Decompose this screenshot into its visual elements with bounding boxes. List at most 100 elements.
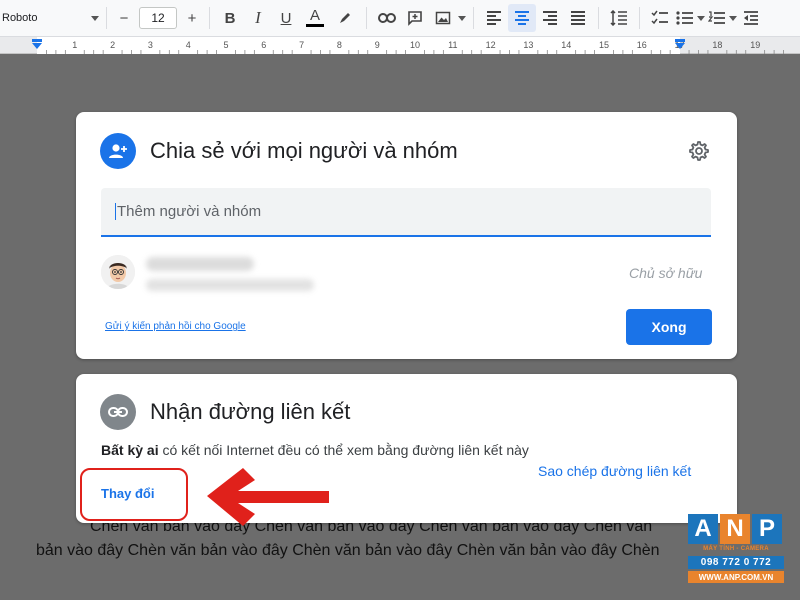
ruler-number: 15 [599, 40, 609, 50]
chevron-down-icon[interactable] [728, 0, 738, 37]
font-size-value: 12 [151, 11, 165, 25]
checklist-button[interactable] [646, 0, 674, 37]
link-icon [378, 13, 396, 23]
anp-letter: A [688, 514, 718, 544]
underline-button[interactable]: U [272, 0, 300, 37]
chevron-down-icon[interactable] [696, 0, 706, 37]
copy-link-button[interactable]: Sao chép đường liên kết [538, 463, 691, 479]
text-color-swatch [306, 24, 324, 27]
highlight-button[interactable] [330, 0, 360, 37]
toolbar-divider [473, 7, 474, 29]
comment-add-icon [408, 11, 422, 26]
ruler-number: 19 [750, 40, 760, 50]
gear-icon [689, 141, 709, 161]
bulleted-list-button[interactable] [674, 0, 696, 37]
link-access-scope: Bất kỳ ai [101, 442, 159, 458]
insert-image-button[interactable] [429, 0, 457, 37]
align-center-button[interactable] [508, 4, 536, 32]
add-person-icon [100, 133, 136, 169]
text-color-icon: A [309, 7, 320, 24]
numbered-list-button[interactable] [706, 0, 728, 37]
font-size-input[interactable]: 12 [139, 7, 177, 29]
anp-phone: 098 772 0 772 [688, 556, 784, 569]
italic-icon: I [255, 8, 261, 27]
align-left-icon [487, 11, 501, 25]
ruler-number: 16 [637, 40, 647, 50]
underline-icon: U [280, 9, 292, 27]
highlighter-icon [340, 13, 350, 23]
ruler-number: 3 [148, 40, 153, 50]
align-left-button[interactable] [480, 0, 508, 37]
ruler-number: 18 [712, 40, 722, 50]
decrease-indent-icon [744, 11, 758, 25]
ruler-number: 6 [261, 40, 266, 50]
toolbar-divider [598, 7, 599, 29]
ruler-number: 10 [410, 40, 420, 50]
font-family-select[interactable]: Roboto [0, 0, 90, 37]
bulleted-list-icon [676, 11, 693, 25]
bold-button[interactable]: B [216, 0, 244, 37]
toolbar-divider [639, 7, 640, 29]
done-button[interactable]: Xong [626, 309, 712, 345]
line-spacing-button[interactable] [605, 0, 633, 37]
image-icon [435, 11, 451, 25]
numbered-list-icon [708, 11, 725, 24]
increase-font-size-button[interactable]: + [181, 0, 203, 37]
minus-icon: − [119, 9, 129, 27]
ruler[interactable]: 12345678910111213141516171819 [0, 37, 800, 54]
text-cursor [115, 203, 116, 220]
italic-button[interactable]: I [244, 0, 272, 37]
text-color-button[interactable]: A [300, 0, 330, 37]
align-right-icon [543, 11, 557, 25]
link-access-description: Bất kỳ ai có kết nối Internet đều có thể… [101, 441, 531, 460]
ruler-number: 1 [72, 40, 77, 50]
justify-button[interactable] [564, 0, 592, 37]
toolbar-divider [366, 7, 367, 29]
share-dialog: Chia sẻ với mọi người và nhóm Thêm người… [76, 112, 737, 359]
add-people-input[interactable]: Thêm người và nhóm [101, 188, 711, 237]
formatting-toolbar: Roboto − 12 + B I U A [0, 0, 800, 37]
align-right-button[interactable] [536, 0, 564, 37]
align-center-icon [515, 11, 529, 25]
ruler-number: 14 [561, 40, 571, 50]
owner-name-redacted [146, 257, 254, 271]
chevron-down-icon[interactable] [457, 0, 467, 37]
ruler-number: 5 [223, 40, 228, 50]
anp-letter: P [752, 514, 782, 544]
insert-link-button[interactable] [373, 0, 401, 37]
settings-button[interactable] [686, 139, 710, 163]
send-feedback-link[interactable]: Gửi ý kiến phản hồi cho Google [105, 321, 246, 332]
font-family-label: Roboto [2, 12, 38, 24]
first-line-indent-marker [32, 39, 42, 42]
link-access-detail: có kết nối Internet đều có thể xem bằng … [158, 442, 529, 458]
ruler-number: 2 [110, 40, 115, 50]
ruler-number: 9 [375, 40, 380, 50]
anp-watermark-logo: A N P MÁY TÍNH - CAMERA 098 772 0 772 WW… [688, 514, 784, 590]
insert-comment-button[interactable] [401, 0, 429, 37]
get-link-title: Nhận đường liên kết [150, 399, 351, 424]
plus-icon: + [187, 9, 197, 27]
toolbar-divider [209, 7, 210, 29]
right-indent-bar [675, 39, 685, 42]
decrease-indent-button[interactable] [738, 0, 764, 37]
checklist-icon [651, 10, 668, 25]
anp-website: WWW.ANP.COM.VN [688, 571, 784, 583]
ruler-number: 12 [486, 40, 496, 50]
owner-role-label: Chủ sở hữu [629, 265, 703, 281]
chevron-down-icon[interactable] [90, 0, 100, 37]
share-dialog-title: Chia sẻ với mọi người và nhóm [150, 138, 458, 163]
align-justify-icon [571, 11, 585, 25]
ruler-number: 11 [448, 40, 457, 50]
line-spacing-icon [610, 10, 627, 26]
ruler-number: 7 [299, 40, 304, 50]
ruler-number: 8 [337, 40, 342, 50]
anp-tagline: MÁY TÍNH - CAMERA [703, 546, 769, 552]
link-icon [100, 394, 136, 430]
decrease-font-size-button[interactable]: − [113, 0, 135, 37]
ruler-number: 4 [186, 40, 191, 50]
add-people-placeholder: Thêm người và nhóm [117, 203, 262, 220]
toolbar-divider [106, 7, 107, 29]
highlight-annotation-box [80, 468, 188, 521]
bold-icon: B [224, 9, 236, 27]
anp-letters: A N P [688, 514, 782, 544]
